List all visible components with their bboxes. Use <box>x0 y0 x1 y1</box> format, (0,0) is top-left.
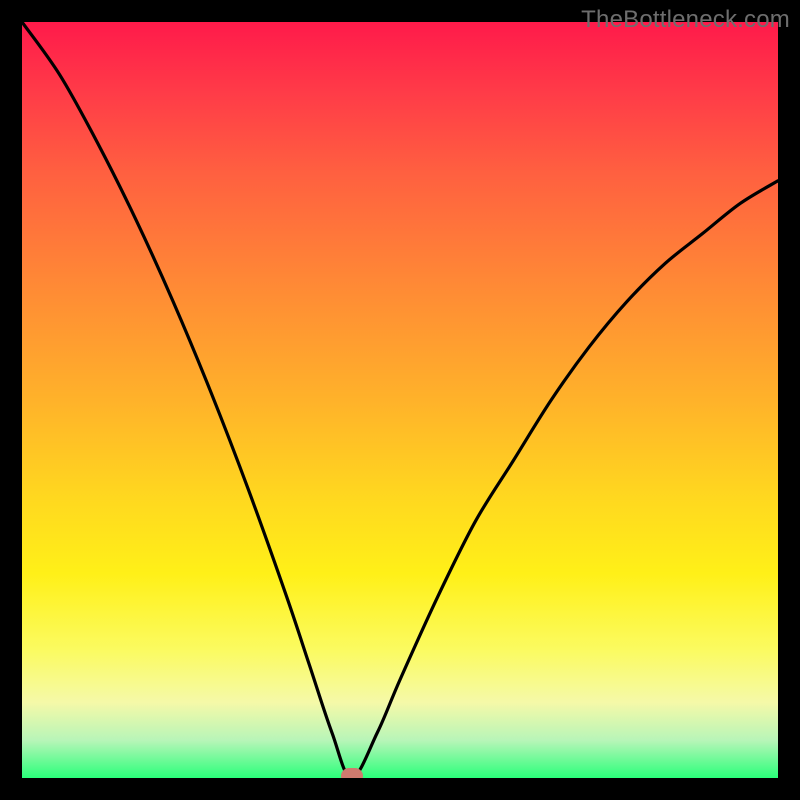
watermark-text: TheBottleneck.com <box>581 6 790 34</box>
plot-area <box>22 22 778 778</box>
chart-frame: TheBottleneck.com <box>0 0 800 800</box>
curve-svg <box>22 22 778 778</box>
minimum-marker <box>341 768 363 778</box>
bottleneck-curve <box>22 22 778 778</box>
